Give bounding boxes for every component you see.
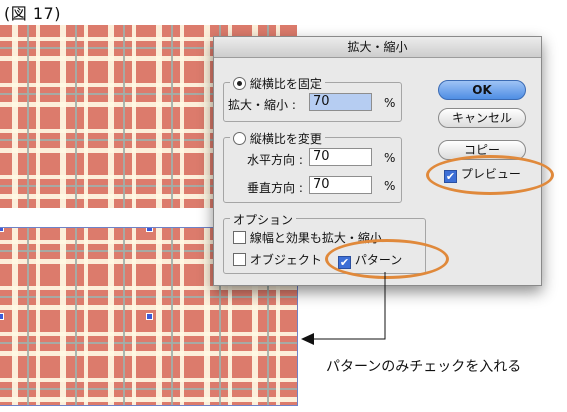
preview-highlight [426, 155, 554, 195]
uniform-radio[interactable] [233, 77, 246, 90]
objects-label: オブジェクト [249, 253, 322, 267]
nonuniform-group: 縦横比を変更 水平方向 : 70 % 垂直方向 : 70 % [223, 130, 402, 203]
pattern-highlight [325, 239, 449, 279]
callout-text: パターンのみチェックを入れる [326, 359, 522, 375]
selection-handle[interactable] [146, 313, 153, 320]
selection-handle[interactable] [0, 228, 4, 232]
objects-checkbox[interactable] [233, 253, 246, 266]
objects-option[interactable]: オブジェクト [233, 251, 322, 268]
nonuniform-radio[interactable] [233, 132, 246, 145]
vertical-unit: % [384, 179, 396, 193]
uniform-radio-row[interactable]: 縦横比を固定 [230, 75, 325, 92]
horizontal-label: 水平方向 : [247, 153, 303, 167]
vertical-input[interactable]: 70 [309, 176, 372, 194]
ok-button[interactable]: OK [438, 80, 526, 100]
scale-strokes-checkbox[interactable] [233, 231, 246, 244]
dialog-title: 拡大・縮小 [214, 37, 541, 58]
horizontal-unit: % [384, 151, 396, 165]
horizontal-input[interactable]: 70 [309, 148, 372, 166]
selection-handle[interactable] [146, 228, 153, 232]
options-title: オプション [230, 211, 297, 228]
selection-handle[interactable] [0, 313, 4, 320]
nonuniform-radio-label: 縦横比を変更 [249, 132, 322, 146]
uniform-group: 縦横比を固定 拡大・縮小 : 70 % [223, 75, 402, 122]
cancel-button[interactable]: キャンセル [438, 108, 526, 128]
vertical-label: 垂直方向 : [247, 181, 303, 195]
scale-input[interactable]: 70 [309, 93, 372, 111]
scale-unit: % [384, 96, 396, 110]
nonuniform-radio-row[interactable]: 縦横比を変更 [230, 130, 325, 147]
figure-label: (図 17) [4, 4, 61, 23]
scale-label: 拡大・縮小 : [228, 98, 296, 112]
uniform-radio-label: 縦横比を固定 [249, 77, 322, 91]
